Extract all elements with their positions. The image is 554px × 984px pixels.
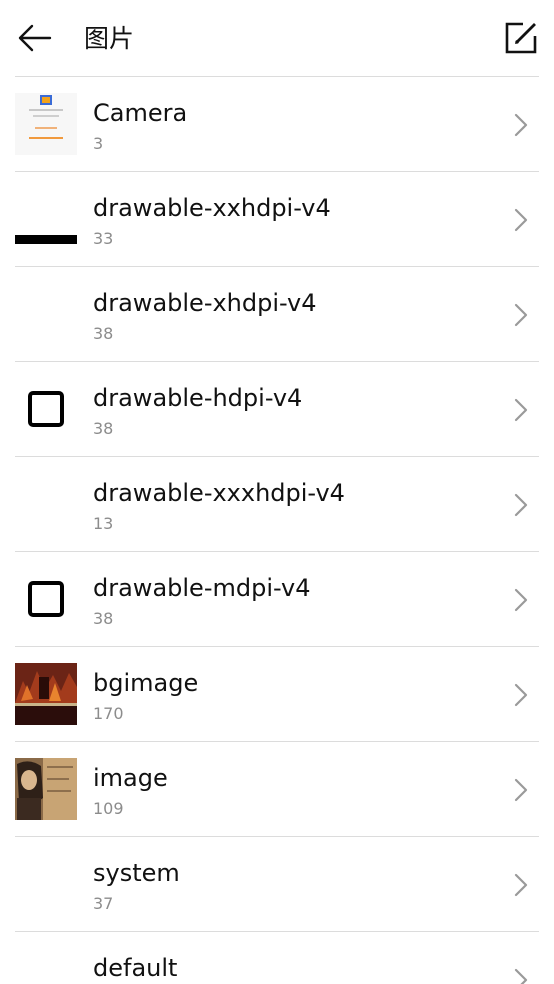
page-title: 图片 [84,24,135,53]
album-name: drawable-xhdpi-v4 [93,289,317,317]
album-name: drawable-xxhdpi-v4 [93,194,331,222]
album-count: 37 [93,894,114,913]
chevron-right-icon [514,873,528,897]
checkbox-thumbnail [15,568,77,630]
album-count: 109 [93,799,124,818]
album-count: 170 [93,704,124,723]
album-name: drawable-xxxhdpi-v4 [93,479,345,507]
album-count: 38 [93,609,114,628]
edit-button[interactable] [500,17,542,59]
album-row-camera[interactable]: Camera 3 [0,77,554,172]
blank-thumbnail [15,853,77,915]
chevron-right-icon [514,208,528,232]
album-name: drawable-mdpi-v4 [93,574,311,602]
album-count: 38 [93,324,114,343]
album-row-drawable-hdpi-v4[interactable]: drawable-hdpi-v4 38 [0,362,554,457]
album-name: Camera [93,99,188,127]
album-row-drawable-xhdpi-v4[interactable]: drawable-xhdpi-v4 38 [0,267,554,362]
game-background-thumbnail [15,663,77,725]
album-count: 33 [93,229,114,248]
album-name: drawable-hdpi-v4 [93,384,303,412]
album-row-default[interactable]: default [0,932,554,984]
album-count: 3 [93,134,104,153]
header-bar: 图片 [0,0,554,77]
chevron-right-icon [514,493,528,517]
album-row-drawable-xxxhdpi-v4[interactable]: drawable-xxxhdpi-v4 13 [0,457,554,552]
chevron-right-icon [514,683,528,707]
album-name: default [93,954,178,982]
chevron-right-icon [514,588,528,612]
album-name: bgimage [93,669,199,697]
black-bar-thumbnail [15,188,77,250]
blank-thumbnail [15,283,77,345]
album-count: 38 [93,419,114,438]
album-row-system[interactable]: system 37 [0,837,554,932]
chevron-right-icon [514,303,528,327]
edit-square-icon [505,22,537,54]
checkbox-thumbnail [15,378,77,440]
album-name: system [93,859,180,887]
album-row-drawable-xxhdpi-v4[interactable]: drawable-xxhdpi-v4 33 [0,172,554,267]
album-row-drawable-mdpi-v4[interactable]: drawable-mdpi-v4 38 [0,552,554,647]
blank-thumbnail [15,473,77,535]
album-row-image[interactable]: image 109 [0,742,554,837]
arrow-left-icon [18,24,52,52]
album-name: image [93,764,168,792]
chevron-right-icon [514,968,528,984]
camera-thumbnail [15,93,77,155]
back-button[interactable] [10,16,58,60]
album-list: Camera 3 drawable-xxhdpi-v4 33 drawable-… [0,77,554,984]
chevron-right-icon [514,778,528,802]
character-art-thumbnail [15,758,77,820]
album-count: 13 [93,514,114,533]
chevron-right-icon [514,398,528,422]
chevron-right-icon [514,113,528,137]
album-row-bgimage[interactable]: bgimage 170 [0,647,554,742]
gallery-screen: 图片 Camera 3 drawable-xxhdpi-v4 33 drawab… [0,0,554,984]
blank-thumbnail [15,948,77,984]
